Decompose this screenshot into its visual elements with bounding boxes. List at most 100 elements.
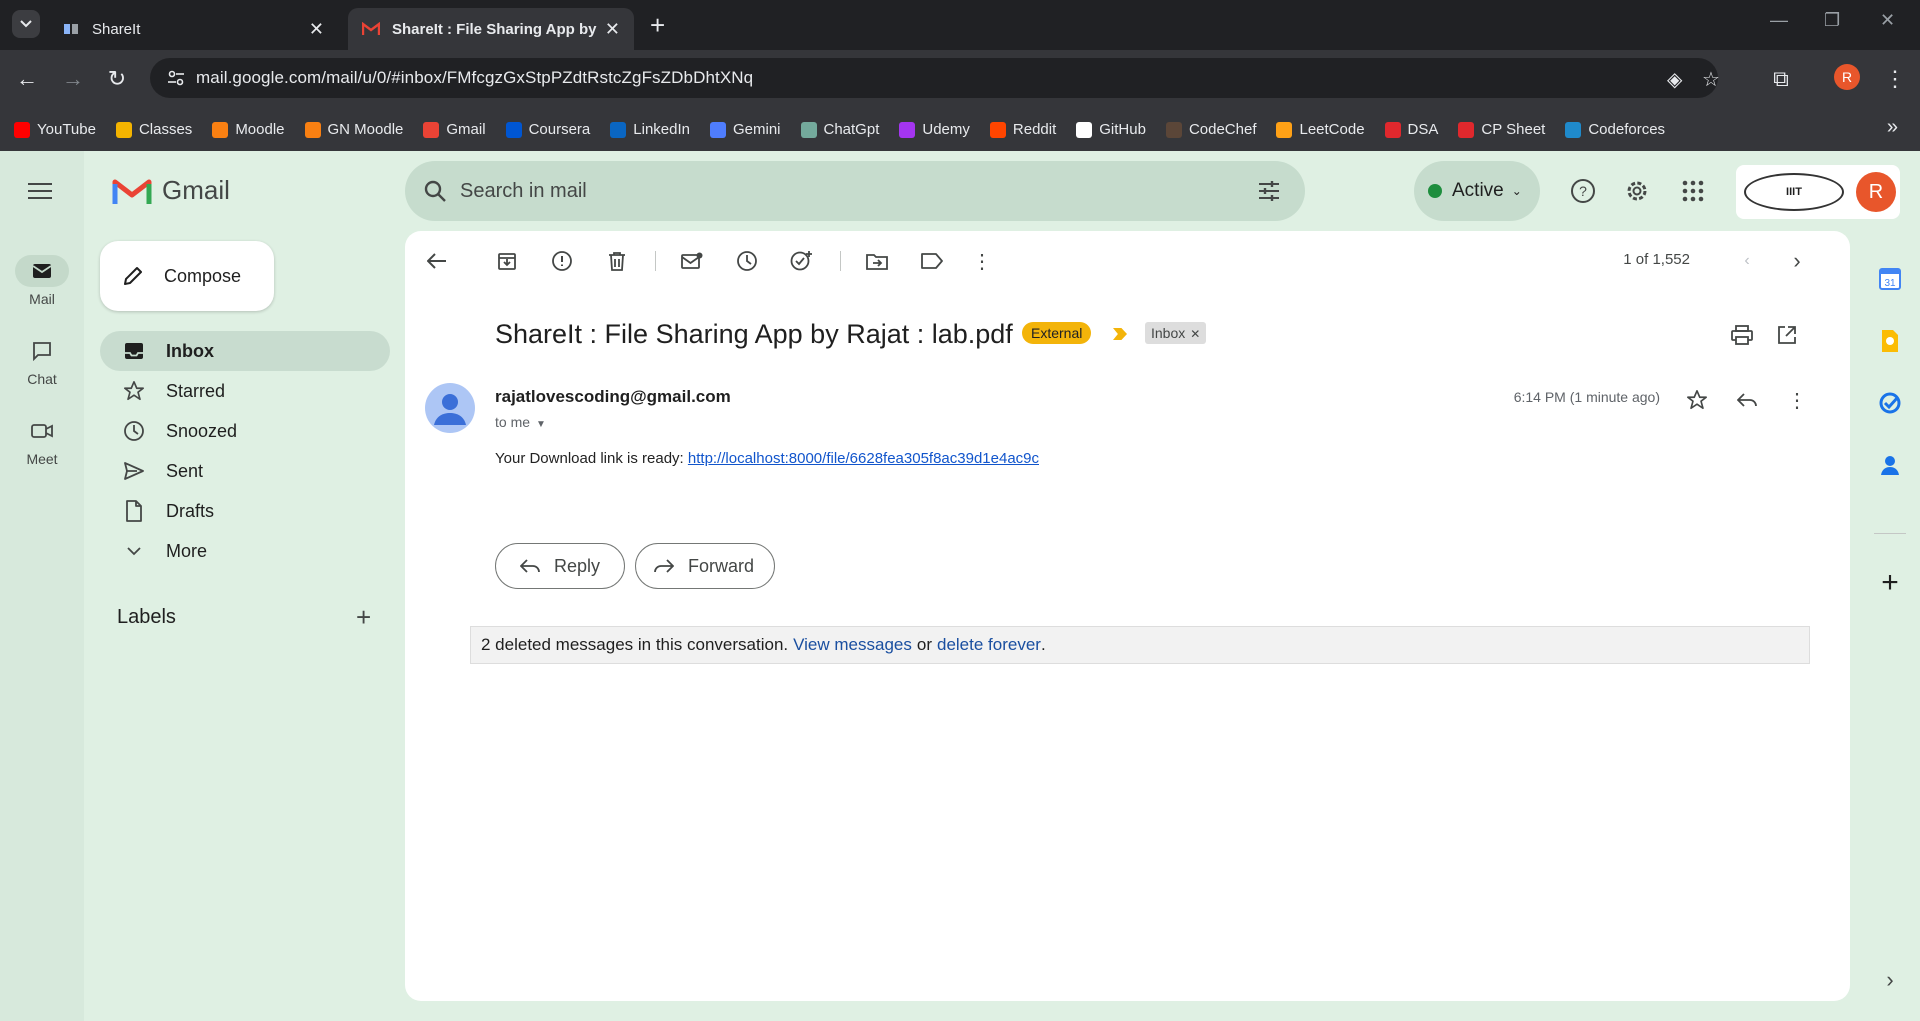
archive-icon[interactable] [495, 249, 519, 273]
calendar-icon[interactable]: 31 [1876, 265, 1904, 293]
site-info-icon[interactable] [166, 68, 186, 88]
nav-item-starred[interactable]: Starred [100, 371, 390, 411]
caret-down-icon[interactable]: ▼ [536, 419, 546, 430]
tab-search-button[interactable] [12, 10, 40, 38]
browser-profile-avatar[interactable]: R [1834, 64, 1860, 90]
older-icon[interactable]: › [1785, 248, 1809, 273]
period-text: . [1040, 635, 1046, 654]
search-icon[interactable] [423, 179, 447, 203]
snooze-icon[interactable] [735, 249, 759, 273]
bookmark-item[interactable]: YouTube [14, 121, 96, 138]
bookmark-item[interactable]: ChatGpt [800, 121, 879, 138]
minimize-icon[interactable]: — [1770, 10, 1788, 31]
bookmark-item[interactable]: Reddit [989, 121, 1056, 138]
bookmark-item[interactable]: LeetCode [1276, 121, 1365, 138]
delete-forever-link[interactable]: delete forever [937, 635, 1041, 655]
close-tab-icon[interactable]: ✕ [309, 19, 324, 40]
account-switcher[interactable]: IIIT R [1736, 165, 1900, 219]
back-to-inbox-icon[interactable] [425, 249, 449, 273]
bookmark-item[interactable]: Codeforces [1565, 121, 1665, 138]
restore-icon[interactable]: ❐ [1824, 10, 1840, 31]
nav-item-inbox[interactable]: Inbox [100, 331, 390, 371]
bookmark-favicon-icon [899, 121, 916, 138]
main-menu-icon[interactable] [28, 183, 52, 203]
more-options-icon[interactable]: ⋮ [1785, 388, 1809, 412]
add-to-tasks-icon[interactable] [790, 249, 814, 273]
nav-item-snoozed[interactable]: Snoozed [100, 411, 390, 451]
search-options-icon[interactable] [1257, 179, 1281, 203]
bookmark-item[interactable]: Gmail [423, 121, 486, 138]
search-bar[interactable]: Search in mail [405, 161, 1305, 221]
reload-button[interactable]: ↻ [102, 64, 132, 94]
help-icon[interactable]: ? [1569, 177, 1597, 205]
add-label-icon[interactable]: + [356, 602, 371, 633]
label-icon[interactable] [920, 249, 944, 273]
more-actions-icon[interactable]: ⋮ [970, 249, 994, 273]
keep-icon[interactable] [1876, 327, 1904, 355]
sender-email[interactable]: rajatlovescoding@gmail.com [495, 387, 731, 407]
nav-item-sent[interactable]: Sent [100, 451, 390, 491]
forward-button[interactable]: → [58, 64, 88, 94]
bookmark-item[interactable]: Classes [115, 121, 192, 138]
close-tab-icon[interactable]: ✕ [605, 19, 620, 40]
search-input[interactable]: Search in mail [460, 180, 587, 203]
apps-grid-icon[interactable] [1679, 177, 1707, 205]
open-in-new-window-icon[interactable] [1775, 323, 1799, 347]
bookmark-star-icon[interactable]: ☆ [1702, 67, 1720, 92]
bookmark-item[interactable]: CodeChef [1165, 121, 1256, 138]
star-email-icon[interactable] [1685, 388, 1709, 412]
bookmark-item[interactable]: DSA [1384, 121, 1438, 138]
delete-icon[interactable] [605, 249, 629, 273]
account-avatar[interactable]: R [1856, 172, 1896, 212]
expand-panel-icon[interactable]: › [1876, 966, 1904, 994]
recipient-details[interactable]: to me ▼ [495, 414, 546, 430]
close-window-icon[interactable]: ✕ [1880, 10, 1895, 31]
print-icon[interactable] [1730, 323, 1754, 347]
more-bookmarks-icon[interactable]: » [1887, 116, 1898, 139]
bookmark-item[interactable]: GitHub [1076, 121, 1146, 138]
rail-item-chat[interactable]: Chat [0, 335, 84, 387]
download-link[interactable]: http://localhost:8000/file/6628fea305f8a… [688, 450, 1039, 467]
rail-item-meet[interactable]: Meet [0, 415, 84, 467]
important-marker-icon[interactable] [1113, 328, 1127, 340]
nav-item-drafts[interactable]: Drafts [100, 491, 390, 531]
bookmark-item[interactable]: LinkedIn [610, 121, 690, 138]
view-messages-link[interactable]: View messages [793, 635, 912, 655]
status-selector[interactable]: Active ⌄ [1414, 161, 1540, 221]
bookmark-favicon-icon [304, 121, 321, 138]
sender-avatar[interactable] [425, 383, 475, 433]
compose-button[interactable]: Compose [100, 241, 274, 311]
bookmark-item[interactable]: Coursera [505, 121, 590, 138]
tasks-icon[interactable] [1876, 389, 1904, 417]
new-tab-button[interactable]: + [650, 12, 665, 38]
bookmark-item[interactable]: Udemy [899, 121, 970, 138]
bookmark-item[interactable]: Gemini [709, 121, 781, 138]
bookmark-label: GN Moodle [327, 121, 404, 138]
tab-shareit[interactable]: ShareIt ✕ [48, 8, 338, 50]
get-add-ons-icon[interactable]: + [1876, 566, 1904, 599]
tab-gmail-email[interactable]: ShareIt : File Sharing App by Rajat : la… [348, 8, 634, 50]
report-spam-icon[interactable] [550, 249, 574, 273]
bookmark-item[interactable]: CP Sheet [1458, 121, 1545, 138]
extensions-icon[interactable]: ⧉ [1766, 64, 1796, 94]
back-button[interactable]: ← [12, 64, 42, 94]
settings-gear-icon[interactable] [1623, 177, 1651, 205]
bookmark-item[interactable]: Moodle [212, 121, 285, 138]
mark-unread-icon[interactable] [680, 249, 704, 273]
reply-icon[interactable] [1735, 388, 1759, 412]
rail-item-mail[interactable]: Mail [0, 255, 84, 307]
remove-label-icon[interactable]: ✕ [1190, 327, 1200, 341]
browser-menu-icon[interactable]: ⋮ [1880, 64, 1910, 94]
address-bar[interactable]: mail.google.com/mail/u/0/#inbox/FMfcgzGx… [150, 58, 1720, 98]
nav-item-more[interactable]: More [100, 531, 390, 571]
move-to-icon[interactable] [865, 249, 889, 273]
forward-button[interactable]: Forward [635, 543, 775, 589]
gmail-logo[interactable]: Gmail [112, 175, 230, 206]
lens-icon[interactable]: ◈ [1667, 67, 1682, 92]
reply-button[interactable]: Reply [495, 543, 625, 589]
contacts-icon[interactable] [1876, 451, 1904, 479]
bookmark-label: LinkedIn [633, 121, 690, 138]
bookmark-item[interactable]: GN Moodle [304, 121, 404, 138]
send-icon [122, 459, 146, 483]
newer-icon[interactable]: ‹ [1735, 249, 1759, 273]
